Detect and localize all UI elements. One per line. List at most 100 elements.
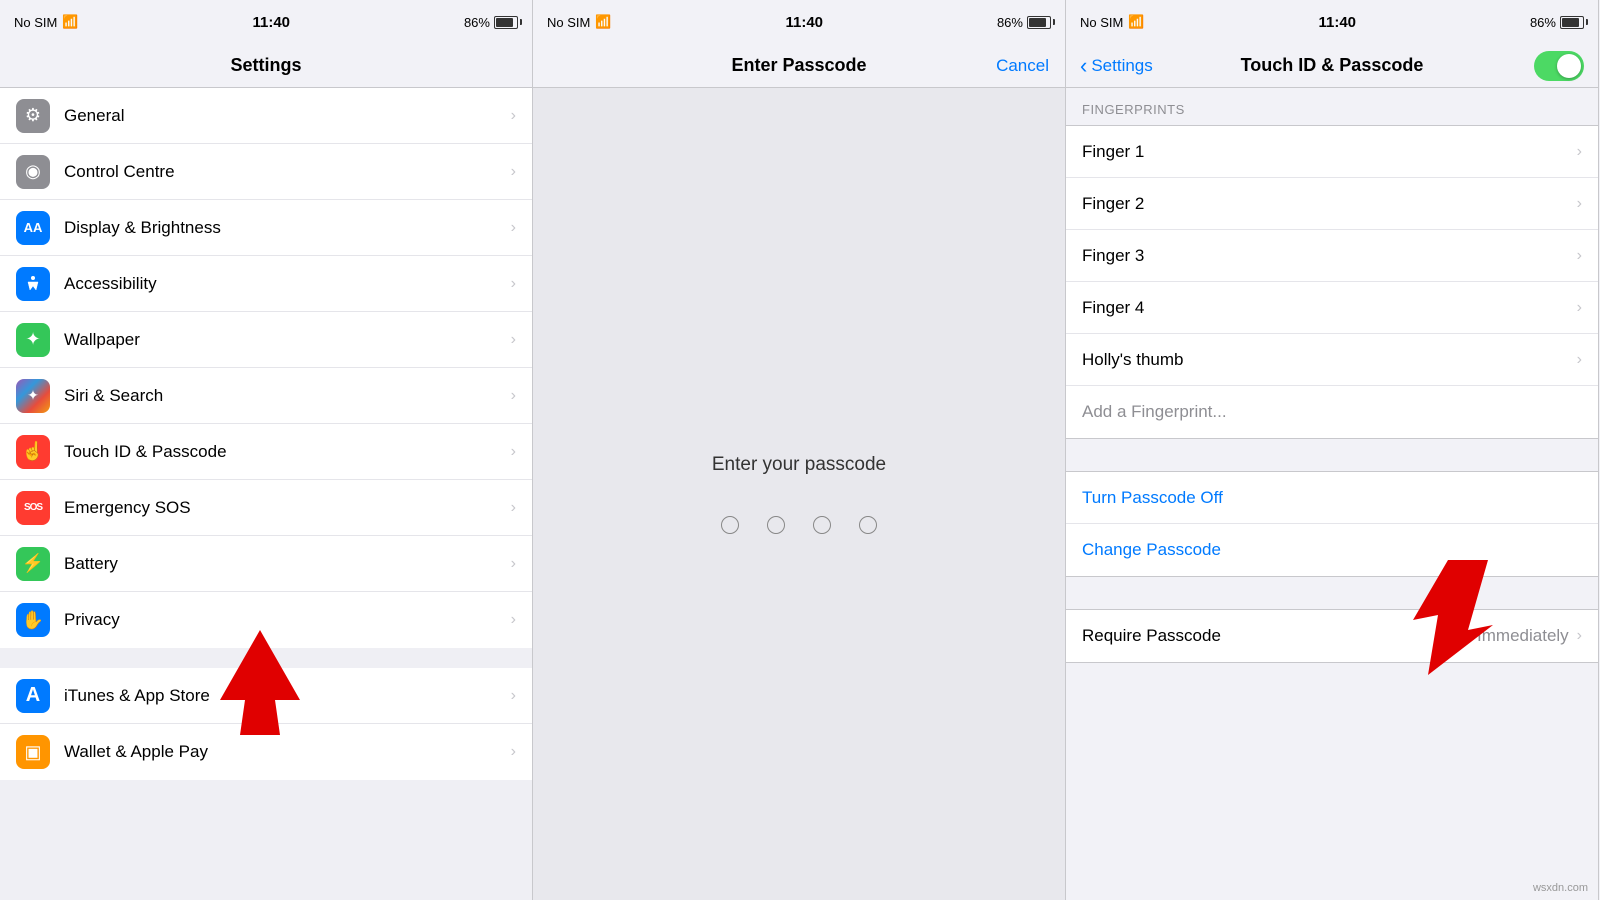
settings-item-control-centre[interactable]: ◉ Control Centre ›: [0, 144, 532, 200]
back-label: Settings: [1091, 56, 1152, 76]
change-passcode-item[interactable]: Change Passcode: [1066, 524, 1598, 576]
settings-item-display-brightness[interactable]: AA Display & Brightness ›: [0, 200, 532, 256]
privacy-icon: ✋: [16, 603, 50, 637]
siri-search-chevron: ›: [511, 387, 516, 405]
touchid-toggle[interactable]: [1534, 51, 1584, 81]
settings-section-2: A iTunes & App Store › ▣ Wallet & Apple …: [0, 668, 532, 780]
passcode-dot-4: [859, 516, 877, 534]
no-sim-text-2: No SIM: [547, 15, 590, 30]
turn-passcode-off-label: Turn Passcode Off: [1082, 488, 1582, 508]
status-time-1: 11:40: [252, 14, 290, 31]
fingerprint-item-holly[interactable]: Holly's thumb ›: [1066, 334, 1598, 386]
passcode-dot-3: [813, 516, 831, 534]
battery-label: Battery: [64, 554, 503, 574]
wallpaper-label: Wallpaper: [64, 330, 503, 350]
require-passcode-item[interactable]: Require Passcode Immediately ›: [1066, 610, 1598, 662]
touchid-back-button[interactable]: ‹ Settings: [1080, 55, 1153, 77]
settings-item-itunes[interactable]: A iTunes & App Store ›: [0, 668, 532, 724]
control-centre-chevron: ›: [511, 163, 516, 181]
battery-fill-1: [496, 18, 513, 27]
settings-item-wallet[interactable]: ▣ Wallet & Apple Pay ›: [0, 724, 532, 780]
battery-percent-1: 86%: [464, 15, 490, 30]
settings-item-privacy[interactable]: ✋ Privacy ›: [0, 592, 532, 648]
fingerprint-item-4[interactable]: Finger 4 ›: [1066, 282, 1598, 334]
touch-id-icon: ☝: [16, 435, 50, 469]
fingerprint-4-label: Finger 4: [1082, 298, 1577, 318]
passcode-body: Enter your passcode: [533, 88, 1065, 900]
status-signal-1: No SIM 📶: [14, 14, 79, 30]
fingerprint-2-label: Finger 2: [1082, 194, 1577, 214]
passcode-nav-title: Enter Passcode: [731, 55, 866, 76]
status-battery-3: 86%: [1530, 15, 1584, 30]
battery-settings-icon: ⚡: [16, 547, 50, 581]
fingerprints-section-header: FINGERPRINTS: [1066, 88, 1598, 125]
wallpaper-icon: ✦: [16, 323, 50, 357]
battery-icon-1: [494, 16, 518, 29]
control-centre-label: Control Centre: [64, 162, 503, 182]
touch-id-label: Touch ID & Passcode: [64, 442, 503, 462]
add-fingerprint-label: Add a Fingerprint...: [1082, 402, 1582, 422]
passcode-dot-2: [767, 516, 785, 534]
status-battery-2: 86%: [997, 15, 1051, 30]
touchid-nav: ‹ Settings Touch ID & Passcode: [1066, 44, 1598, 88]
status-time-2: 11:40: [785, 14, 823, 31]
fingerprint-holly-label: Holly's thumb: [1082, 350, 1577, 370]
watermark: wsxdn.com: [1533, 882, 1588, 894]
wifi-icon-2: 📶: [595, 14, 611, 30]
touch-id-chevron: ›: [511, 443, 516, 461]
settings-item-accessibility[interactable]: Accessibility ›: [0, 256, 532, 312]
settings-item-battery[interactable]: ⚡ Battery ›: [0, 536, 532, 592]
wallet-chevron: ›: [511, 743, 516, 761]
section-gap-1: [0, 648, 532, 668]
passcode-actions-list: Turn Passcode Off Change Passcode: [1066, 471, 1598, 577]
wallpaper-chevron: ›: [511, 331, 516, 349]
settings-item-emergency-sos[interactable]: SOS Emergency SOS ›: [0, 480, 532, 536]
siri-search-label: Siri & Search: [64, 386, 503, 406]
passcode-prompt-text: Enter your passcode: [712, 454, 886, 476]
settings-panel: No SIM 📶 11:40 86% Settings ⚙ General › …: [0, 0, 533, 900]
battery-icon-2: [1027, 16, 1051, 29]
fingerprint-item-2[interactable]: Finger 2 ›: [1066, 178, 1598, 230]
display-brightness-chevron: ›: [511, 219, 516, 237]
touchid-panel: No SIM 📶 11:40 86% ‹ Settings Touch ID &…: [1066, 0, 1599, 900]
fingerprints-list: Finger 1 › Finger 2 › Finger 3 › Finger …: [1066, 125, 1598, 439]
settings-list: ⚙ General › ◉ Control Centre › AA Displa…: [0, 88, 532, 900]
fingerprint-3-chevron: ›: [1577, 247, 1582, 265]
settings-item-siri-search[interactable]: ✦ Siri & Search ›: [0, 368, 532, 424]
control-centre-icon: ◉: [16, 155, 50, 189]
fingerprint-4-chevron: ›: [1577, 299, 1582, 317]
require-passcode-chevron: ›: [1577, 627, 1582, 645]
fingerprint-item-1[interactable]: Finger 1 ›: [1066, 126, 1598, 178]
settings-section-1: ⚙ General › ◉ Control Centre › AA Displa…: [0, 88, 532, 648]
status-bar-3: No SIM 📶 11:40 86%: [1066, 0, 1598, 44]
settings-item-touch-id[interactable]: ☝ Touch ID & Passcode ›: [0, 424, 532, 480]
change-passcode-label: Change Passcode: [1082, 540, 1582, 560]
itunes-chevron: ›: [511, 687, 516, 705]
general-label: General: [64, 106, 503, 126]
status-time-3: 11:40: [1318, 14, 1356, 31]
add-fingerprint-item[interactable]: Add a Fingerprint...: [1066, 386, 1598, 438]
itunes-icon: A: [16, 679, 50, 713]
battery-chevron: ›: [511, 555, 516, 573]
fingerprint-2-chevron: ›: [1577, 195, 1582, 213]
status-bar-1: No SIM 📶 11:40 86%: [0, 0, 532, 44]
settings-title: Settings: [230, 55, 301, 76]
passcode-panel: No SIM 📶 11:40 86% Enter Passcode Cancel…: [533, 0, 1066, 900]
passcode-nav: Enter Passcode Cancel: [533, 44, 1065, 88]
passcode-cancel-button[interactable]: Cancel: [996, 56, 1049, 76]
turn-passcode-off-item[interactable]: Turn Passcode Off: [1066, 472, 1598, 524]
section-gap-2: [1066, 439, 1598, 471]
privacy-label: Privacy: [64, 610, 503, 630]
settings-item-wallpaper[interactable]: ✦ Wallpaper ›: [0, 312, 532, 368]
fingerprint-item-3[interactable]: Finger 3 ›: [1066, 230, 1598, 282]
touchid-content: FINGERPRINTS Finger 1 › Finger 2 › Finge…: [1066, 88, 1598, 900]
status-signal-3: No SIM 📶: [1080, 14, 1145, 30]
fingerprint-1-label: Finger 1: [1082, 142, 1577, 162]
passcode-dots-container: [721, 516, 877, 534]
no-sim-text-1: No SIM: [14, 15, 57, 30]
accessibility-chevron: ›: [511, 275, 516, 293]
battery-icon-3: [1560, 16, 1584, 29]
wallet-label: Wallet & Apple Pay: [64, 742, 503, 762]
accessibility-icon: [16, 267, 50, 301]
settings-item-general[interactable]: ⚙ General ›: [0, 88, 532, 144]
